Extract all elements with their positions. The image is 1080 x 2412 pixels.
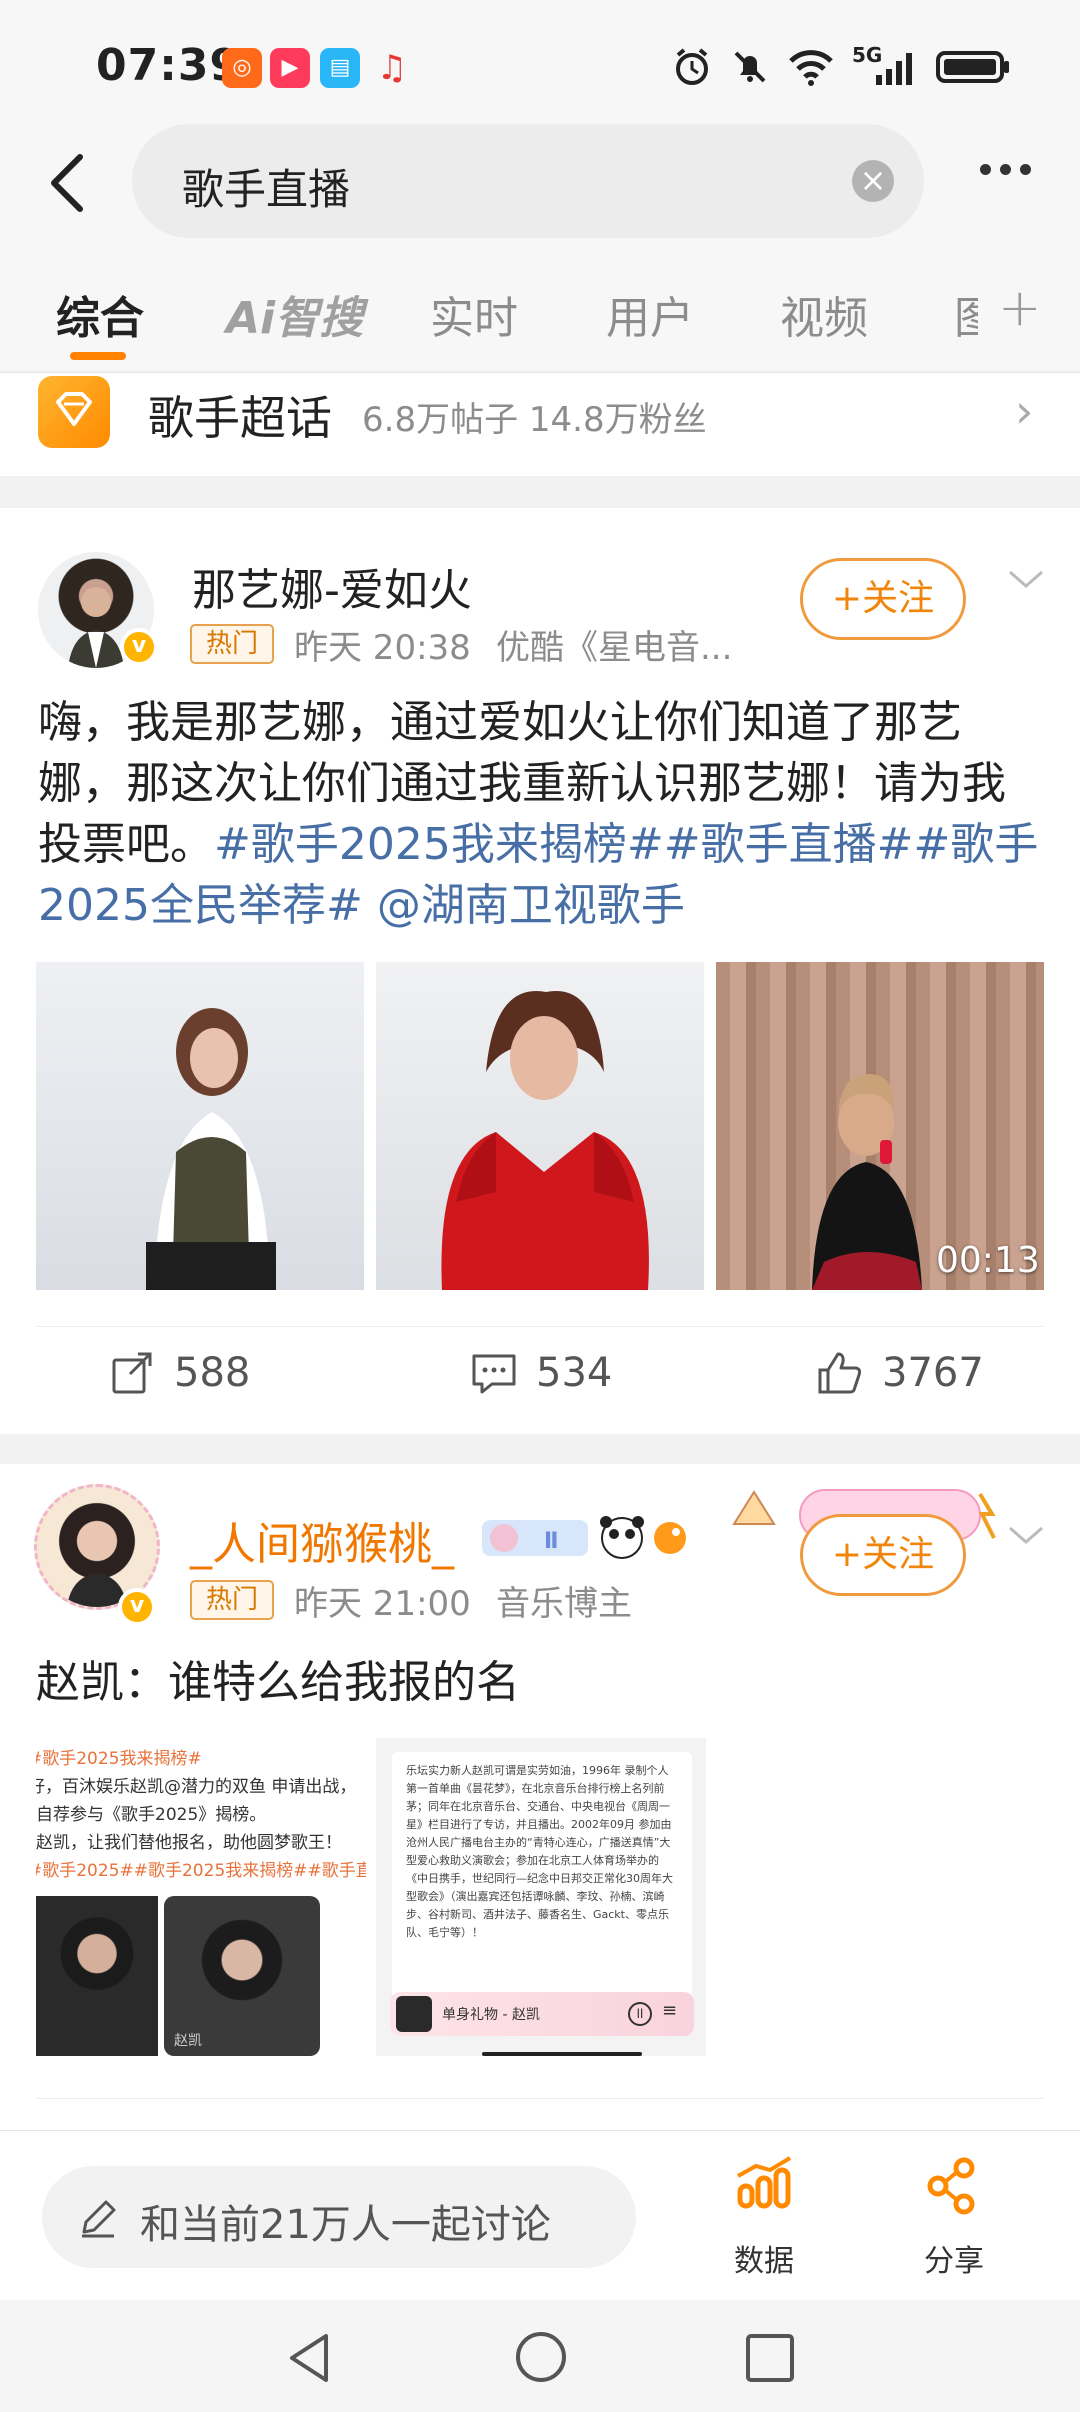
divider: [36, 2098, 1044, 2099]
video-app-icon: ▶: [270, 48, 310, 88]
image-caption-line: 赵凯，让我们替他报名，助他圆梦歌王！: [36, 1833, 342, 1853]
discuss-placeholder[interactable]: 和当前21万人一起讨论: [140, 2192, 551, 2250]
image-caption-line: 自荐参与《歌手2025》揭榜。: [36, 1805, 267, 1825]
chevron-down-icon[interactable]: [1006, 560, 1046, 600]
post-text: 嗨，我是那艺娜，通过爱如火让你们知道了那艺娜，那这次让你们通过我重新认识那艺娜！…: [38, 692, 1048, 936]
video-thumbnail[interactable]: 00:13: [716, 962, 1044, 1290]
tab-videos[interactable]: 视频: [780, 282, 868, 346]
triangle-back-icon: [290, 2334, 328, 2382]
nav-back-button[interactable]: [284, 2330, 334, 2390]
tab-comprehensive[interactable]: 综合: [56, 282, 144, 346]
tab-images[interactable]: 图: [954, 282, 978, 342]
user-badges: Ⅱ: [480, 1508, 690, 1568]
share-label: 分享: [924, 2244, 984, 2279]
tab-users[interactable]: 用户: [606, 282, 694, 346]
battery-icon: [936, 51, 1009, 83]
image-caption-line: #歌手2025##歌手2025我来揭榜##歌手直播#: [36, 1861, 366, 1881]
bar-chart-icon: [737, 2156, 792, 2209]
share-icon: [927, 2157, 975, 2215]
verified-badge-icon: v: [120, 628, 158, 666]
hot-badge: 热门: [190, 624, 274, 664]
playlist-icon: ≡: [662, 2000, 678, 2021]
chevron-down-icon[interactable]: [1006, 1516, 1046, 1556]
wifi-icon: [789, 50, 833, 86]
progress-line: [482, 2052, 642, 2056]
pencil-icon: [76, 2196, 120, 2244]
repost-count: 588: [174, 1350, 251, 1396]
divider: [36, 1326, 1044, 1327]
music-app-icon: ♫: [376, 48, 408, 88]
follow-button[interactable]: +关注: [800, 558, 966, 640]
post-time: 昨天 21:00: [294, 1584, 471, 1624]
comment-icon: [472, 1354, 516, 1394]
thumbs-up-icon: [818, 1352, 862, 1394]
comment-button[interactable]: 534: [470, 1350, 612, 1396]
active-tab-indicator: [70, 352, 126, 360]
super-topic-icon: [38, 376, 110, 448]
pause-icon: ll: [628, 2002, 652, 2026]
tab-realtime[interactable]: 实时: [430, 282, 518, 346]
follow-button[interactable]: +关注: [800, 1514, 966, 1596]
add-tab-icon[interactable]: +: [998, 278, 1042, 338]
verified-badge-icon: v: [118, 1588, 156, 1626]
image-caption-line: 好，百沐娱乐赵凯@潜力的双鱼 申请出战，: [36, 1777, 357, 1797]
signal-icon: 5G: [852, 43, 918, 87]
comment-count: 534: [536, 1350, 613, 1396]
alarm-icon: [676, 48, 708, 85]
phone-screenshot: 赵凯: [164, 1896, 320, 2056]
more-options-button[interactable]: [980, 160, 1050, 200]
like-count: 3767: [882, 1350, 984, 1396]
player-title: 单身礼物 - 赵凯: [442, 2007, 540, 2023]
chevron-right-icon[interactable]: ›: [1015, 384, 1033, 438]
post-time: 昨天 20:38: [294, 628, 471, 668]
photo: [36, 1896, 158, 2056]
square-recents-icon: [746, 2334, 794, 2382]
post-source[interactable]: 优酷《星电音...: [496, 620, 732, 669]
data-button[interactable]: 数据: [722, 2156, 808, 2279]
hot-badge: 热门: [190, 1580, 274, 1620]
article-card: 乐坛实力新人赵凯可谓是实劳如油，1996年 录制个人第一首单曲《昙花梦》，在北京…: [392, 1752, 692, 2008]
share-button[interactable]: 分享: [910, 2156, 996, 2279]
back-arrow-icon: [51, 154, 83, 212]
super-topic-name[interactable]: 歌手超话: [148, 382, 332, 448]
post-image[interactable]: [376, 962, 704, 1290]
search-query[interactable]: 歌手直播: [182, 156, 350, 217]
mute-icon: [734, 51, 766, 83]
post-image[interactable]: #歌手2025我来揭榜# 好，百沐娱乐赵凯@潜力的双鱼 申请出战， 自荐参与《歌…: [36, 1738, 366, 2056]
reader-app-icon: ▤: [320, 48, 360, 88]
like-button[interactable]: 3767: [816, 1350, 984, 1396]
kuaishou-app-icon: ◎: [222, 48, 262, 88]
repost-icon: [112, 1352, 152, 1394]
circle-home-icon: [516, 2332, 566, 2382]
phone-label: 赵凯: [174, 2033, 202, 2049]
super-topic-stats: 6.8万帖子 14.8万粉丝: [362, 400, 707, 440]
video-duration: 00:13: [936, 1240, 1040, 1281]
status-icons: 5G: [672, 43, 1012, 90]
post-image[interactable]: 乐坛实力新人赵凯可谓是实劳如油，1996年 录制个人第一首单曲《昙花梦》，在北京…: [376, 1738, 706, 2056]
clear-search-button[interactable]: ×: [852, 160, 894, 202]
status-time: 07:39: [96, 40, 242, 91]
music-player: 单身礼物 - 赵凯 ll ≡: [390, 1992, 694, 2036]
post-username[interactable]: 那艺娜-爱如火: [192, 554, 472, 618]
nav-recents-button[interactable]: [744, 2332, 796, 2388]
tab-ai-search[interactable]: Ai智搜: [226, 282, 363, 346]
nav-home-button[interactable]: [514, 2330, 568, 2388]
data-label: 数据: [734, 2244, 794, 2279]
topic-tag[interactable]: #歌手直播#: [664, 819, 914, 870]
post-source: 音乐博主: [496, 1584, 632, 1624]
mention-link[interactable]: @湖南卫视歌手: [377, 880, 685, 931]
post-text: 赵凯：谁特么给我报的名: [36, 1657, 520, 1708]
svg-text:Ⅱ: Ⅱ: [544, 1529, 559, 1554]
article-text: 乐坛实力新人赵凯可谓是实劳如油，1996年 录制个人第一首单曲《昙花梦》，在北京…: [406, 1764, 673, 1939]
post-image[interactable]: [36, 962, 364, 1290]
image-caption-line: #歌手2025我来揭榜#: [36, 1749, 202, 1769]
post-username[interactable]: _人间猕猴桃_: [190, 1508, 454, 1572]
back-button[interactable]: [40, 145, 100, 221]
tab-clipped-wrap: 图: [954, 282, 978, 342]
topic-tag[interactable]: #歌手2025我来揭榜#: [214, 819, 664, 870]
player-cover: [396, 1996, 432, 2032]
repost-button[interactable]: 588: [110, 1350, 250, 1396]
